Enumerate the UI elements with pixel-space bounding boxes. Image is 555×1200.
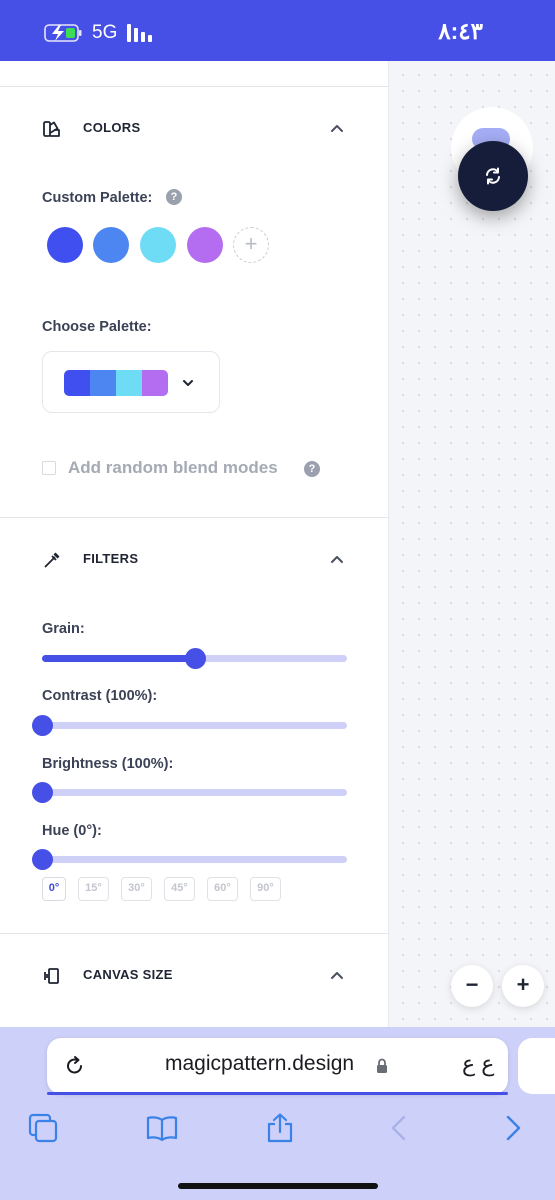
browser-toolbar: magicpattern.design ع ع [0, 1027, 555, 1200]
battery-charging-icon [44, 24, 82, 42]
share-icon[interactable] [264, 1113, 296, 1143]
hue-preset-90[interactable]: 90° [250, 877, 281, 901]
palette-swatch-2[interactable] [93, 227, 129, 263]
slider-track [42, 856, 347, 863]
chevron-up-icon[interactable] [329, 551, 345, 567]
reader-options-button[interactable]: ع ع [462, 1051, 494, 1077]
bookmarks-icon[interactable] [146, 1113, 178, 1143]
filters-section-header[interactable]: FILTERS [0, 544, 389, 574]
tabs-icon[interactable] [28, 1113, 60, 1143]
contrast-slider[interactable] [32, 715, 347, 736]
brightness-slider[interactable] [32, 782, 347, 803]
forward-icon[interactable] [498, 1113, 530, 1143]
slider-thumb[interactable] [32, 715, 53, 736]
slider-thumb[interactable] [32, 782, 53, 803]
refresh-icon [486, 167, 500, 185]
colors-section-header[interactable]: COLORS [0, 113, 388, 143]
palette-swatch-3[interactable] [140, 227, 176, 263]
add-swatch-button[interactable]: + [233, 227, 269, 263]
pattern-canvas[interactable]: − + [389, 61, 555, 1027]
eyedropper-icon [44, 552, 60, 568]
network-type: 5G [92, 22, 118, 43]
palette-icon [43, 121, 60, 137]
blend-modes-label[interactable]: Add random blend modes [68, 458, 278, 478]
chevron-up-icon[interactable] [329, 120, 345, 136]
divider [0, 86, 388, 87]
page-load-progress [47, 1092, 508, 1095]
slider-track [42, 722, 347, 729]
brightness-label: Brightness (100%): [42, 756, 174, 772]
palette-swatch-1[interactable] [47, 227, 83, 263]
grain-slider[interactable] [42, 648, 347, 669]
hue-label: Hue (0°): [42, 823, 102, 839]
palette-swatch-4[interactable] [187, 227, 223, 263]
contrast-label: Contrast (100%): [42, 688, 158, 704]
choose-palette-label: Choose Palette: [42, 319, 152, 335]
slider-thumb[interactable] [32, 849, 53, 870]
selected-palette-preview [64, 370, 168, 396]
address-bar[interactable]: magicpattern.design ع ع [47, 1038, 508, 1095]
canvas-size-section-title: CANVAS SIZE [83, 967, 173, 982]
zoom-in-button[interactable]: + [502, 965, 544, 1007]
reload-icon[interactable] [64, 1055, 86, 1077]
signal-bars-icon [127, 24, 157, 42]
next-tab-preview[interactable] [518, 1038, 555, 1094]
chevron-up-icon[interactable] [329, 967, 345, 983]
divider [0, 933, 389, 934]
slider-fill [42, 655, 195, 662]
filters-section-title: FILTERS [83, 551, 139, 566]
hue-slider[interactable] [32, 849, 347, 870]
url-text[interactable]: magicpattern.design [165, 1052, 354, 1076]
blend-modes-checkbox[interactable] [42, 461, 56, 475]
resize-icon [44, 968, 59, 984]
status-time: ٨:٤٣ [438, 18, 483, 44]
lock-icon [377, 1058, 387, 1073]
hue-preset-30[interactable]: 30° [121, 877, 152, 901]
slider-track [42, 789, 347, 796]
grain-label: Grain: [42, 621, 85, 637]
regenerate-button[interactable] [458, 141, 528, 211]
back-icon[interactable] [384, 1113, 416, 1143]
help-icon[interactable]: ? [304, 461, 320, 477]
slider-thumb[interactable] [184, 648, 206, 669]
home-indicator [178, 1183, 378, 1189]
status-bar: 5G ٨:٤٣ [0, 0, 555, 61]
hue-preset-0[interactable]: 0° [42, 877, 66, 901]
zoom-out-button[interactable]: − [451, 965, 493, 1007]
hue-preset-60[interactable]: 60° [207, 877, 238, 901]
canvas-size-section-header[interactable]: CANVAS SIZE [0, 960, 389, 990]
colors-section-title: COLORS [83, 120, 141, 135]
hue-preset-45[interactable]: 45° [164, 877, 195, 901]
custom-palette-label: Custom Palette: [42, 190, 153, 206]
palette-dropdown[interactable] [42, 351, 220, 413]
chevron-down-icon [183, 380, 193, 386]
help-icon[interactable]: ? [166, 189, 182, 205]
hue-preset-15[interactable]: 15° [78, 877, 109, 901]
divider [0, 517, 389, 518]
